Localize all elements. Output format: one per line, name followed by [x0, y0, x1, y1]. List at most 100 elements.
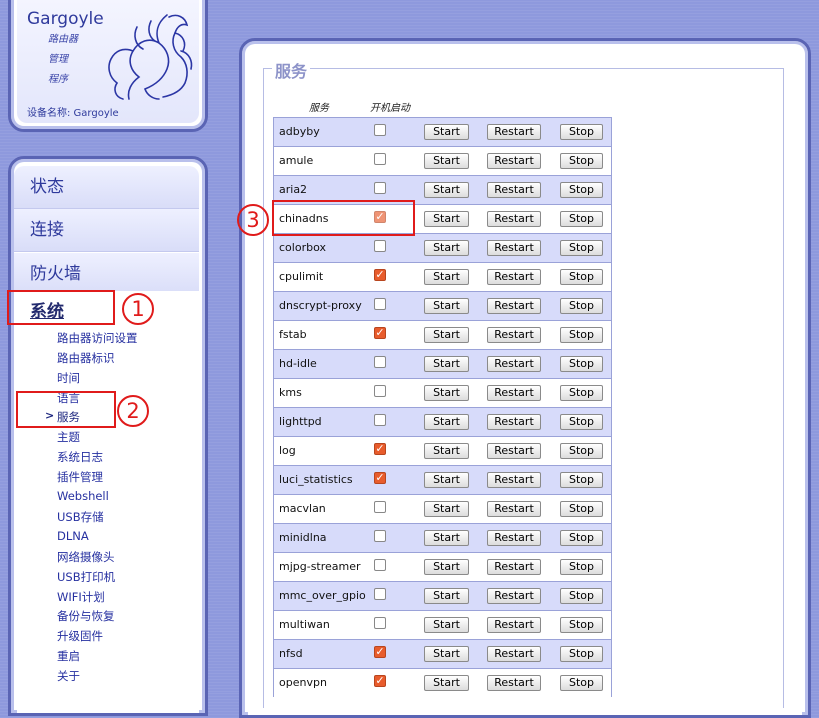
nav-sub-time[interactable]: 时间	[57, 370, 80, 386]
autostart-checkbox[interactable]	[374, 298, 386, 310]
nav-sub-reboot[interactable]: 重启	[57, 648, 80, 664]
restart-button[interactable]: Restart	[487, 501, 541, 517]
autostart-checkbox[interactable]: ✓	[374, 646, 386, 658]
start-button[interactable]: Start	[424, 240, 469, 256]
start-button[interactable]: Start	[424, 211, 469, 227]
stop-button[interactable]: Stop	[560, 153, 603, 169]
restart-button[interactable]: Restart	[487, 153, 541, 169]
autostart-checkbox[interactable]	[374, 356, 386, 368]
start-button[interactable]: Start	[424, 530, 469, 546]
restart-button[interactable]: Restart	[487, 211, 541, 227]
nav-sub-webcam[interactable]: 网络摄像头	[57, 549, 115, 565]
restart-button[interactable]: Restart	[487, 588, 541, 604]
stop-button[interactable]: Stop	[560, 269, 603, 285]
autostart-checkbox[interactable]: ✓	[374, 269, 386, 281]
stop-button[interactable]: Stop	[560, 327, 603, 343]
nav-sub-router-access[interactable]: 路由器访问设置	[57, 330, 138, 346]
annotation-box-services	[16, 391, 116, 428]
stop-button[interactable]: Stop	[560, 588, 603, 604]
stop-button[interactable]: Stop	[560, 443, 603, 459]
start-button[interactable]: Start	[424, 588, 469, 604]
restart-button[interactable]: Restart	[487, 617, 541, 633]
nav-sub-backup[interactable]: 备份与恢复	[57, 608, 115, 624]
nav-sub-dlna[interactable]: DLNA	[57, 529, 89, 543]
restart-button[interactable]: Restart	[487, 240, 541, 256]
start-button[interactable]: Start	[424, 153, 469, 169]
autostart-checkbox[interactable]	[374, 530, 386, 542]
nav-sub-syslog[interactable]: 系统日志	[57, 449, 103, 465]
stop-button[interactable]: Stop	[560, 298, 603, 314]
autostart-checkbox[interactable]	[374, 501, 386, 513]
autostart-checkbox[interactable]: ✓	[374, 675, 386, 687]
autostart-checkbox[interactable]	[374, 588, 386, 600]
autostart-checkbox[interactable]	[374, 617, 386, 629]
start-button[interactable]: Start	[424, 385, 469, 401]
start-button[interactable]: Start	[424, 124, 469, 140]
restart-button[interactable]: Restart	[487, 385, 541, 401]
start-button[interactable]: Start	[424, 298, 469, 314]
stop-button[interactable]: Stop	[560, 211, 603, 227]
nav-sub-usb-storage[interactable]: USB存储	[57, 509, 104, 525]
autostart-checkbox[interactable]: ✓	[374, 327, 386, 339]
nav-sub-wifi-schedule[interactable]: WIFI计划	[57, 589, 105, 605]
autostart-checkbox[interactable]	[374, 153, 386, 165]
start-button[interactable]: Start	[424, 559, 469, 575]
nav-item-status[interactable]: 状态	[14, 166, 199, 209]
nav-item-connection[interactable]: 连接	[14, 209, 199, 252]
stop-button[interactable]: Stop	[560, 472, 603, 488]
start-button[interactable]: Start	[424, 472, 469, 488]
restart-button[interactable]: Restart	[487, 327, 541, 343]
nav-sub-router-id[interactable]: 路由器标识	[57, 350, 115, 366]
nav-sub-about[interactable]: 关于	[57, 668, 80, 684]
restart-button[interactable]: Restart	[487, 356, 541, 372]
autostart-checkbox[interactable]	[374, 414, 386, 426]
nav-sub-theme[interactable]: 主题	[57, 429, 80, 445]
start-button[interactable]: Start	[424, 182, 469, 198]
autostart-checkbox[interactable]	[374, 240, 386, 252]
start-button[interactable]: Start	[424, 327, 469, 343]
autostart-checkbox[interactable]	[374, 385, 386, 397]
stop-button[interactable]: Stop	[560, 385, 603, 401]
stop-button[interactable]: Stop	[560, 530, 603, 546]
restart-button[interactable]: Restart	[487, 472, 541, 488]
restart-button[interactable]: Restart	[487, 646, 541, 662]
autostart-checkbox[interactable]: ✓	[374, 472, 386, 484]
restart-button[interactable]: Restart	[487, 675, 541, 691]
restart-button[interactable]: Restart	[487, 443, 541, 459]
stop-button[interactable]: Stop	[560, 182, 603, 198]
stop-button[interactable]: Stop	[560, 124, 603, 140]
start-button[interactable]: Start	[424, 356, 469, 372]
restart-button[interactable]: Restart	[487, 559, 541, 575]
stop-button[interactable]: Stop	[560, 414, 603, 430]
restart-button[interactable]: Restart	[487, 124, 541, 140]
start-button[interactable]: Start	[424, 617, 469, 633]
autostart-checkbox[interactable]	[374, 559, 386, 571]
autostart-checkbox[interactable]: ✓	[374, 443, 386, 455]
autostart-checkbox[interactable]	[374, 182, 386, 194]
start-button[interactable]: Start	[424, 414, 469, 430]
stop-button[interactable]: Stop	[560, 617, 603, 633]
nav-sub-usb-printer[interactable]: USB打印机	[57, 569, 115, 585]
start-button[interactable]: Start	[424, 443, 469, 459]
start-button[interactable]: Start	[424, 646, 469, 662]
stop-button[interactable]: Stop	[560, 559, 603, 575]
restart-button[interactable]: Restart	[487, 414, 541, 430]
nav-sub-plugins[interactable]: 插件管理	[57, 469, 103, 485]
restart-button[interactable]: Restart	[487, 530, 541, 546]
start-button[interactable]: Start	[424, 675, 469, 691]
stop-button[interactable]: Stop	[560, 675, 603, 691]
nav-sub-webshell[interactable]: Webshell	[57, 489, 109, 503]
stop-button[interactable]: Stop	[560, 646, 603, 662]
start-button[interactable]: Start	[424, 269, 469, 285]
restart-button[interactable]: Restart	[487, 269, 541, 285]
autostart-checkbox[interactable]	[374, 124, 386, 136]
restart-button[interactable]: Restart	[487, 298, 541, 314]
stop-button[interactable]: Stop	[560, 240, 603, 256]
service-name: kms	[279, 386, 302, 399]
nav-sub-firmware[interactable]: 升级固件	[57, 628, 103, 644]
restart-button[interactable]: Restart	[487, 182, 541, 198]
stop-button[interactable]: Stop	[560, 356, 603, 372]
start-button[interactable]: Start	[424, 501, 469, 517]
stop-button[interactable]: Stop	[560, 501, 603, 517]
brand-subline: 管理	[48, 54, 68, 65]
